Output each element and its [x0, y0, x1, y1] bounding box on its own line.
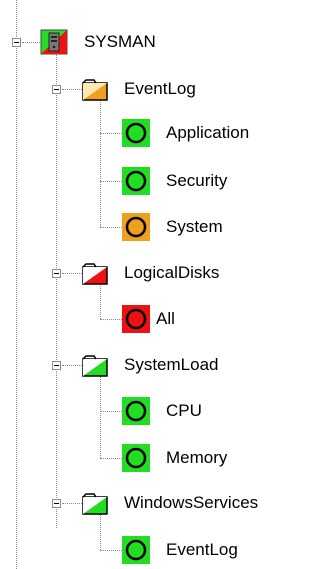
status-circle-icon	[122, 397, 150, 425]
tree-connector	[62, 273, 82, 274]
folder-icon	[82, 493, 108, 515]
tree-node-cpu[interactable]: CPU	[122, 397, 242, 425]
status-circle-icon	[122, 305, 150, 333]
tree-connector	[100, 133, 122, 134]
tree-connector	[100, 376, 101, 458]
tree-node-systemload[interactable]: SystemLoad	[82, 354, 262, 378]
tree-connector	[16, 0, 17, 569]
tree-node-label: All	[156, 309, 175, 328]
tree-connector	[22, 42, 40, 43]
collapse-toggle-windowsservices[interactable]	[52, 499, 61, 508]
tree-node-label: Memory	[166, 448, 228, 467]
tree-node-memory[interactable]: Memory	[122, 444, 272, 472]
tree-node-system[interactable]: System	[122, 213, 292, 241]
tree-node-eventlog[interactable]: EventLog	[82, 78, 242, 102]
folder-icon	[82, 263, 108, 285]
tree-connector	[100, 319, 122, 320]
status-circle-icon	[122, 444, 150, 472]
tree-node-logicaldisks[interactable]: LogicalDisks	[82, 262, 262, 286]
tree-node-label: System	[166, 217, 223, 236]
status-circle-icon	[122, 213, 150, 241]
tree-connector	[100, 550, 122, 551]
tree-node-label: WindowsServices	[124, 493, 259, 512]
tree-node-label: Security	[166, 171, 228, 190]
tree-connector	[56, 52, 57, 528]
tree-connector	[100, 181, 122, 182]
tree-connector	[100, 514, 101, 550]
collapse-toggle-systemload[interactable]	[52, 361, 61, 370]
tree-node-label: CPU	[166, 401, 202, 420]
tree-node-label: SystemLoad	[124, 355, 219, 374]
tree-connector	[100, 411, 122, 412]
tree-node-eventlog-service[interactable]: EventLog	[122, 536, 292, 564]
status-circle-icon	[122, 167, 150, 195]
tree-connector	[100, 100, 101, 227]
status-circle-icon	[122, 119, 150, 147]
tree-node-security[interactable]: Security	[122, 167, 292, 195]
collapse-toggle-eventlog[interactable]	[52, 85, 61, 94]
tree-connector	[100, 227, 122, 228]
status-circle-icon	[122, 536, 150, 564]
tree-node-windowsservices[interactable]: WindowsServices	[82, 492, 318, 516]
tree-node-label: LogicalDisks	[124, 263, 220, 282]
tree-node-application[interactable]: Application	[122, 119, 292, 147]
tree-node-label: SYSMAN	[84, 32, 156, 51]
tree-node-label: EventLog	[166, 540, 238, 559]
tree-node-label: Application	[166, 123, 250, 142]
tree-node-sysman[interactable]: SYSMAN	[40, 28, 160, 56]
folder-icon	[82, 79, 108, 101]
folder-icon	[82, 355, 108, 377]
tree-connector	[62, 503, 82, 504]
tree-connector	[62, 365, 82, 366]
tree-node-label: EventLog	[124, 79, 196, 98]
collapse-toggle-logicaldisks[interactable]	[52, 269, 61, 278]
tree-node-all[interactable]: All	[122, 305, 242, 333]
tree-view: SYSMAN EventLog Application Security Sys…	[0, 0, 322, 569]
collapse-toggle-sysman[interactable]	[12, 38, 21, 47]
tree-connector	[100, 458, 122, 459]
tree-connector	[62, 89, 82, 90]
server-icon	[40, 29, 68, 55]
tree-connector	[100, 283, 101, 319]
